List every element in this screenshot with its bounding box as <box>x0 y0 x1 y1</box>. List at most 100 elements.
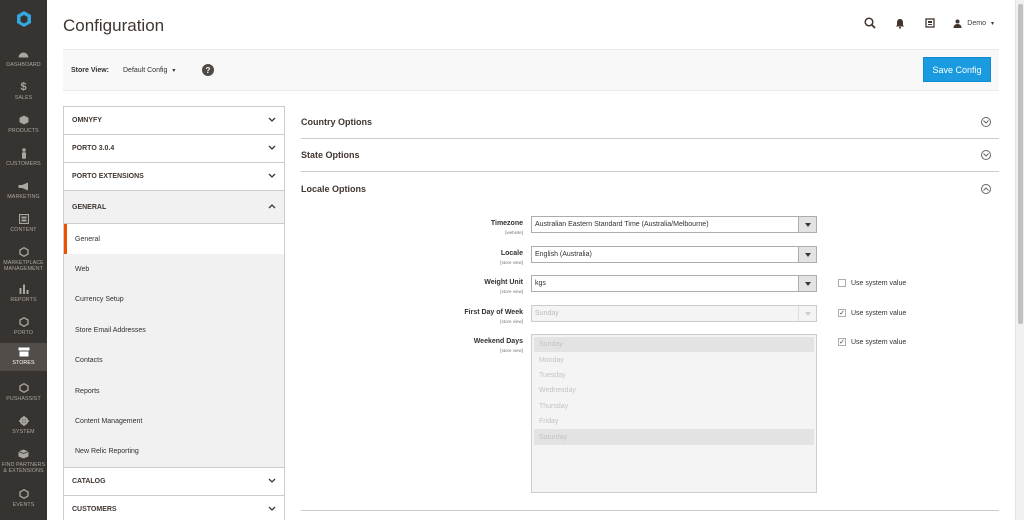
nav-item-label: DASHBOARD <box>6 62 41 68</box>
nav-item-events[interactable]: EVENTS <box>0 485 47 518</box>
general-tab-list: General Web Currency Setup Store Email A… <box>63 224 285 469</box>
config-sections: Country Options State Options Locale Opt… <box>301 106 999 205</box>
bell-icon[interactable] <box>885 14 915 32</box>
checkbox-checked[interactable]: ✓ <box>838 309 846 317</box>
use-system-value-weight[interactable]: Use system value <box>838 279 906 287</box>
nav-item-label: CUSTOMERS <box>6 161 41 167</box>
field-locale: Locale [store view] English (Australia) <box>301 246 999 266</box>
tab-group-label: OMNYFY <box>72 117 102 124</box>
nav-item-label: MARKETPLACE MANAGEMENT <box>3 260 44 272</box>
store-view-switcher[interactable]: Default Config ▾ <box>123 67 175 74</box>
timezone-select[interactable]: Australian Eastern Standard Time (Austra… <box>531 216 817 233</box>
nav-item-system[interactable]: SYSTEM <box>0 412 47 445</box>
chevron-down-icon: ▾ <box>172 68 176 74</box>
tab-group-customers[interactable]: CUSTOMERS <box>63 496 285 520</box>
nav-item-find-partners-extensions[interactable]: FIND PARTNERS & EXTENSIONS <box>0 445 47 478</box>
nav-item-label: SALES <box>14 95 33 101</box>
store-view-label: Store View: <box>71 67 109 74</box>
chevron-down-icon <box>268 506 276 513</box>
tab-group-label: PORTO EXTENSIONS <box>72 173 144 180</box>
weekend-days-multiselect: Sunday Monday Tuesday Wednesday Thursday… <box>531 334 817 493</box>
nav-item-products[interactable]: PRODUCTS <box>0 111 47 144</box>
save-config-button[interactable]: Save Config <box>923 57 991 82</box>
nav-item-porto[interactable]: PORTO <box>0 313 47 346</box>
checkbox-checked[interactable]: ✓ <box>838 338 846 346</box>
field-scope: [website] <box>505 230 523 235</box>
magento-logo[interactable] <box>0 0 47 38</box>
tab-item-contacts[interactable]: Contacts <box>64 346 284 376</box>
tab-item-reports[interactable]: Reports <box>64 376 284 406</box>
locale-select[interactable]: English (Australia) <box>531 246 817 263</box>
weight-unit-select[interactable]: kgs <box>531 275 817 292</box>
nav-item-label: PUSHASSIST <box>6 396 41 402</box>
dashboard-icon <box>18 47 29 61</box>
section-locale-options[interactable]: Locale Options <box>301 172 999 205</box>
section-title: Country Options <box>301 117 372 127</box>
tab-item-content-management[interactable]: Content Management <box>64 406 284 436</box>
nav-item-pushassist[interactable]: PUSHASSIST <box>0 379 47 412</box>
dropdown-arrow-icon <box>798 276 816 291</box>
checkbox-label: Use system value <box>851 338 907 346</box>
chevron-down-icon <box>268 173 276 180</box>
field-timezone: Timezone [website] Australian Eastern St… <box>301 216 999 236</box>
option-wednesday: Wednesday <box>539 387 576 395</box>
use-system-value-first-day[interactable]: ✓ Use system value <box>838 309 906 317</box>
tab-item-store-email-addresses[interactable]: Store Email Addresses <box>64 315 284 345</box>
tab-item-web[interactable]: Web <box>64 254 284 284</box>
nav-item-label: STORES <box>12 360 35 366</box>
page-scrollbar[interactable] <box>1015 0 1024 520</box>
section-country-options[interactable]: Country Options <box>301 106 999 139</box>
tab-group-porto[interactable]: PORTO 3.0.4 <box>63 135 285 163</box>
section-divider <box>301 510 999 511</box>
option-tuesday: Tuesday <box>539 371 566 379</box>
search-icon[interactable] <box>855 14 885 32</box>
user-menu[interactable]: Demo ▾ <box>953 19 994 28</box>
scrollbar-thumb[interactable] <box>1018 4 1023 324</box>
hexagon-icon <box>18 487 29 501</box>
nav-item-sales[interactable]: $ SALES <box>0 78 47 111</box>
nav-item-dashboard[interactable]: DASHBOARD <box>0 45 47 78</box>
page-actions-bar: Store View: Default Config ▾ ? Save Conf… <box>63 49 999 91</box>
checkbox[interactable] <box>838 279 846 287</box>
tab-group-general[interactable]: GENERAL <box>63 191 285 224</box>
user-name: Demo <box>967 19 986 27</box>
field-weight-unit: Weight Unit [store view] kgs Use system … <box>301 275 999 295</box>
nav-item-label: MARKETING <box>7 194 40 200</box>
section-state-options[interactable]: State Options <box>301 139 999 172</box>
tab-item-general[interactable]: General <box>64 224 284 255</box>
tab-item-currency-setup[interactable]: Currency Setup <box>64 285 284 315</box>
box-icon <box>18 447 29 461</box>
chevron-down-icon <box>268 117 276 124</box>
nav-item-reports[interactable]: REPORTS <box>0 280 47 313</box>
section-title: Locale Options <box>301 183 367 194</box>
tab-group-porto-extensions[interactable]: PORTO EXTENSIONS <box>63 163 285 191</box>
use-system-value-weekend[interactable]: ✓ Use system value <box>838 338 906 346</box>
field-first-day-of-week: First Day of Week [store view] Sunday ✓ … <box>301 305 999 325</box>
nav-item-label: EVENTS <box>12 502 35 508</box>
dropdown-arrow-icon <box>798 217 816 232</box>
field-label: First Day of Week <box>464 309 523 316</box>
hexagon-icon <box>18 315 29 329</box>
tab-item-new-relic-reporting[interactable]: New Relic Reporting <box>64 437 284 467</box>
nav-item-marketplace-management[interactable]: MARKETPLACE MANAGEMENT <box>0 243 47 276</box>
field-label: Timezone <box>490 220 523 227</box>
config-tabs: OMNYFY PORTO 3.0.4 PORTO EXTENSIONS GENE… <box>63 106 285 520</box>
help-icon[interactable]: ? <box>202 64 214 76</box>
header-actions: Demo ▾ <box>855 14 994 32</box>
store-front-icon[interactable] <box>915 14 945 32</box>
expand-icon <box>981 150 991 160</box>
field-scope: [store view] <box>500 289 523 294</box>
content-icon <box>18 212 29 226</box>
field-label: Weekend Days <box>473 338 523 345</box>
nav-item-customers[interactable]: CUSTOMERS <box>0 144 47 177</box>
tab-group-label: CUSTOMERS <box>72 506 117 514</box>
nav-item-stores[interactable]: STORES <box>0 343 47 371</box>
tab-group-catalog[interactable]: CATALOG <box>63 468 285 497</box>
nav-item-marketing[interactable]: MARKETING <box>0 177 47 210</box>
nav-item-label: SYSTEM <box>12 429 35 435</box>
checkbox-label: Use system value <box>851 309 907 317</box>
nav-item-content[interactable]: CONTENT <box>0 210 47 243</box>
admin-menu: DASHBOARD $ SALES PRODUCTS CUSTOMERS MARKETIN… <box>0 0 47 520</box>
field-scope: [store view] <box>500 260 523 265</box>
tab-group-omnyfy[interactable]: OMNYFY <box>63 107 285 135</box>
